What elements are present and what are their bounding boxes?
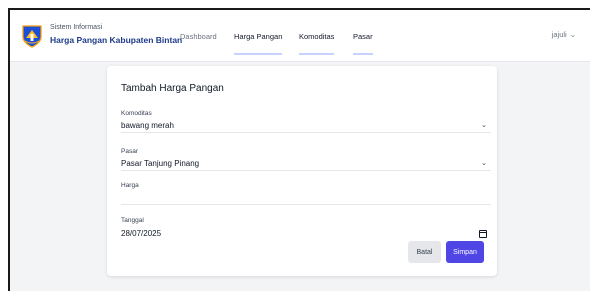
- nav-pasar[interactable]: Pasar: [353, 10, 373, 62]
- user-menu[interactable]: jajuli ⌄: [552, 30, 576, 39]
- nav-active-indicator: [234, 53, 283, 55]
- chevron-down-icon: ⌄: [481, 122, 487, 129]
- form-card: Tambah Harga Pangan Komoditas bawang mer…: [107, 66, 497, 276]
- brand-title[interactable]: Harga Pangan Kabupaten Bintan: [50, 35, 182, 45]
- harga-input[interactable]: [121, 190, 491, 205]
- tanggal-value: 28/07/2025: [121, 229, 162, 238]
- komoditas-label: Komoditas: [121, 110, 152, 117]
- nav-dashboard-label: Dashboard: [180, 31, 217, 41]
- save-button[interactable]: Simpan: [446, 241, 484, 263]
- nav-harga-pangan-label: Harga Pangan: [234, 31, 283, 41]
- nav-komoditas[interactable]: Komoditas: [299, 10, 335, 62]
- tanggal-label: Tanggal: [121, 217, 144, 224]
- calendar-icon[interactable]: [479, 229, 487, 238]
- user-name: jajuli: [551, 30, 567, 39]
- harga-label: Harga: [121, 182, 139, 189]
- brand-subtitle: Sistem Informasi: [50, 24, 103, 31]
- nav-pasar-label: Pasar: [353, 31, 373, 41]
- top-navbar: Sistem Informasi Harga Pangan Kabupaten …: [10, 10, 590, 62]
- komoditas-value: bawang merah: [121, 120, 174, 130]
- bintan-logo-icon: [22, 25, 42, 48]
- nav-komoditas-underline: [299, 53, 335, 55]
- chevron-down-icon: ⌄: [481, 160, 487, 167]
- chevron-down-icon: ⌄: [569, 30, 576, 39]
- nav-harga-pangan[interactable]: Harga Pangan: [234, 10, 283, 62]
- pasar-value: Pasar Tanjung Pinang: [121, 158, 200, 168]
- app-frame: Sistem Informasi Harga Pangan Kabupaten …: [8, 8, 590, 291]
- komoditas-select[interactable]: bawang merah ⌄: [121, 118, 491, 133]
- pasar-select[interactable]: Pasar Tanjung Pinang ⌄: [121, 156, 491, 171]
- pasar-label: Pasar: [121, 148, 138, 155]
- form-title: Tambah Harga Pangan: [121, 83, 224, 94]
- nav-dashboard[interactable]: Dashboard: [180, 10, 217, 62]
- cancel-button[interactable]: Batal: [408, 241, 441, 263]
- nav-pasar-underline: [353, 53, 373, 55]
- nav-komoditas-label: Komoditas: [299, 31, 335, 41]
- tanggal-input[interactable]: 28/07/2025: [121, 226, 491, 241]
